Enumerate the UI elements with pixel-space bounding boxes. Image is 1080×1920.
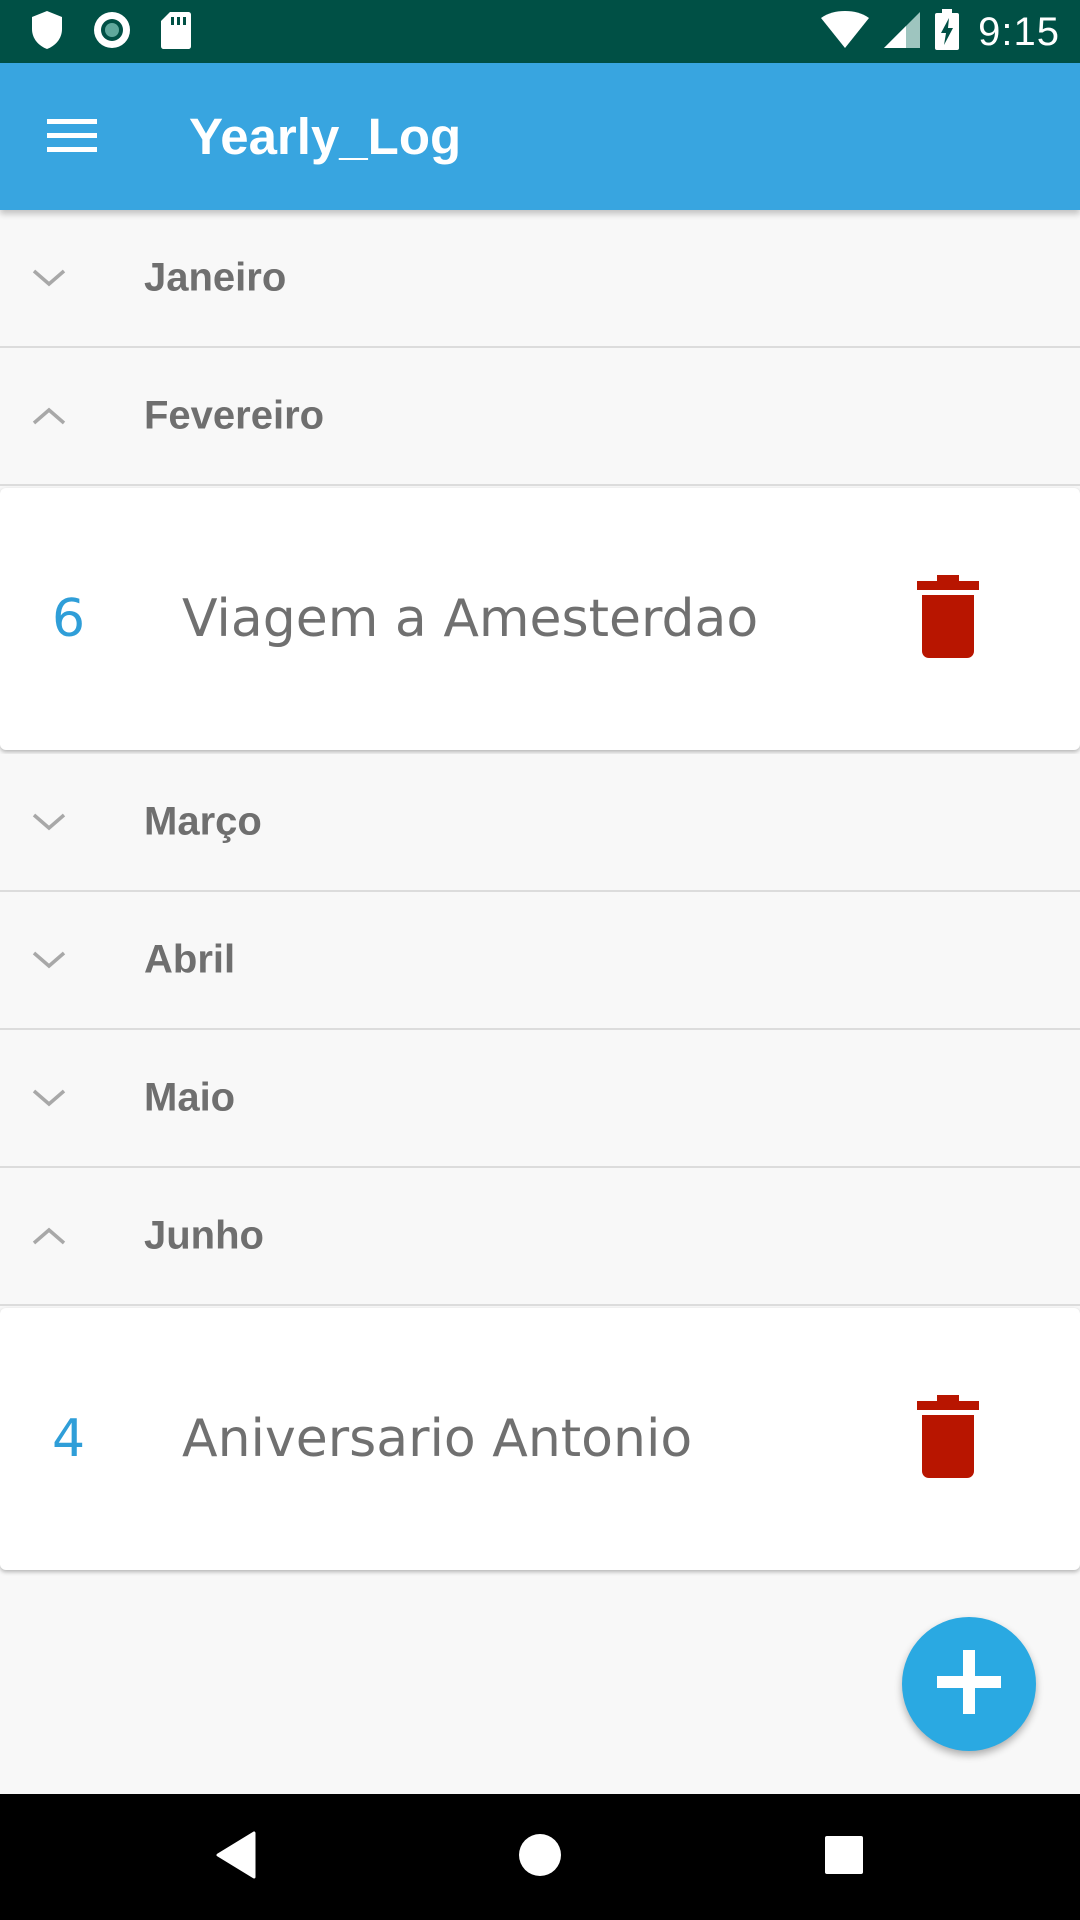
delete-button[interactable] <box>910 1394 986 1484</box>
trash-icon <box>917 1394 979 1484</box>
event-title: Viagem a Amesterdao <box>182 589 759 649</box>
month-list: Janeiro Fevereiro 6 Viagem a Amesterdao … <box>0 210 1080 1574</box>
sd-card-icon <box>160 10 192 55</box>
home-button[interactable] <box>504 1821 576 1893</box>
trash-icon <box>917 574 979 664</box>
chevron-down-icon <box>29 808 69 836</box>
signal-icon <box>882 10 922 55</box>
nav-bar <box>0 1794 1080 1920</box>
status-icons-right: 9:15 <box>820 8 1060 56</box>
status-bar: 9:15 <box>0 0 1080 63</box>
plus-icon <box>936 1649 1002 1720</box>
month-label: Março <box>144 799 262 844</box>
month-header-janeiro[interactable]: Janeiro <box>0 210 1080 348</box>
event-day: 6 <box>52 589 86 649</box>
month-header-fevereiro[interactable]: Fevereiro <box>0 348 1080 486</box>
hamburger-menu-icon <box>46 117 98 160</box>
event-card[interactable]: 6 Viagem a Amesterdao <box>0 488 1080 750</box>
wifi-icon <box>820 10 870 55</box>
event-card[interactable]: 4 Aniversario Antonio <box>0 1308 1080 1570</box>
record-icon <box>92 10 132 55</box>
status-icons-left <box>30 10 192 54</box>
chevron-down-icon <box>29 1084 69 1112</box>
chevron-down-icon <box>29 946 69 974</box>
delete-button[interactable] <box>910 574 986 664</box>
recents-icon <box>823 1834 865 1881</box>
month-label: Janeiro <box>144 255 287 300</box>
home-icon <box>517 1832 563 1883</box>
month-label: Maio <box>144 1075 236 1120</box>
page-title: Yearly_Log <box>189 108 462 165</box>
event-day: 4 <box>52 1409 86 1469</box>
recents-button[interactable] <box>808 1821 880 1893</box>
status-time: 9:15 <box>978 9 1060 54</box>
month-label: Abril <box>144 937 236 982</box>
app-bar: Yearly_Log <box>0 63 1080 210</box>
chevron-up-icon <box>29 402 69 430</box>
month-header-junho[interactable]: Junho <box>0 1168 1080 1306</box>
back-icon <box>214 1830 258 1885</box>
screen: 9:15 Yearly_Log Janeiro Fevereiro 6 Viag <box>0 0 1080 1920</box>
chevron-down-icon <box>29 264 69 292</box>
back-button[interactable] <box>200 1821 272 1893</box>
month-label: Junho <box>144 1213 264 1258</box>
chevron-up-icon <box>29 1222 69 1250</box>
month-header-abril[interactable]: Abril <box>0 892 1080 1030</box>
menu-button[interactable] <box>34 103 110 173</box>
month-header-maio[interactable]: Maio <box>0 1030 1080 1168</box>
battery-charging-icon <box>934 8 960 56</box>
add-event-button[interactable] <box>902 1617 1036 1751</box>
month-header-marco[interactable]: Março <box>0 754 1080 892</box>
event-title: Aniversario Antonio <box>182 1409 693 1469</box>
month-label: Fevereiro <box>144 393 325 438</box>
shield-icon <box>30 10 64 55</box>
